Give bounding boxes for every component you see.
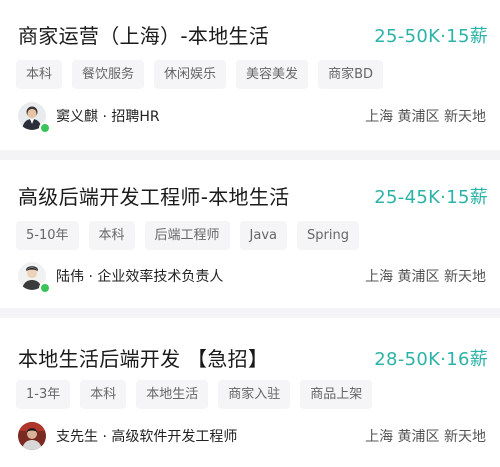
job-salary: 25-45K·15薪 xyxy=(374,187,488,208)
job-tag: 本科 xyxy=(88,221,135,250)
job-tag: 商家入驻 xyxy=(218,380,291,409)
recruiter-info: 支先生 · 高级软件开发工程师 xyxy=(18,422,237,450)
job-tags: 1-3年 本科 本地生活 商家入驻 商品上架 xyxy=(16,380,373,409)
job-location: 上海 黄浦区 新天地 xyxy=(365,429,486,445)
recruiter-info: 窦义麒 · 招聘HR xyxy=(18,102,160,134)
recruiter-info: 陆伟 · 企业效率技术负责人 xyxy=(18,262,224,294)
job-tag: 休闲娱乐 xyxy=(154,60,227,89)
job-tag: 餐饮服务 xyxy=(72,60,145,89)
recruiter-name: 支先生 · 高级软件开发工程师 xyxy=(56,429,238,445)
job-tag: Spring xyxy=(297,221,359,250)
job-tag: 本科 xyxy=(16,60,63,89)
avatar xyxy=(18,422,46,450)
recruiter-name: 陆伟 · 企业效率技术负责人 xyxy=(56,269,224,285)
job-tags: 5-10年 本科 后端工程师 Java Spring xyxy=(16,221,359,250)
job-salary: 25-50K·15薪 xyxy=(374,26,488,47)
job-tag: 本地生活 xyxy=(136,380,209,409)
job-tag: 后端工程师 xyxy=(144,221,230,250)
avatar xyxy=(18,102,51,134)
job-location: 上海 黄浦区 新天地 xyxy=(365,109,486,125)
online-status-dot xyxy=(39,122,51,134)
job-tag: 1-3年 xyxy=(16,380,71,409)
job-tag: 美容美发 xyxy=(236,60,309,89)
online-status-dot xyxy=(39,282,51,294)
job-tag: 商家BD xyxy=(318,60,383,89)
job-card[interactable]: 本地生活后端开发 【急招】 28-50K·16薪 1-3年 本科 本地生活 商家… xyxy=(0,318,500,467)
job-tag: 5-10年 xyxy=(16,221,79,250)
job-title: 本地生活后端开发 【急招】 xyxy=(18,347,269,371)
job-salary: 28-50K·16薪 xyxy=(374,349,488,370)
recruiter-name: 窦义麒 · 招聘HR xyxy=(56,109,160,125)
job-title: 商家运营（上海）-本地生活 xyxy=(18,24,270,48)
job-tag: 本科 xyxy=(80,380,127,409)
avatar xyxy=(18,262,51,294)
job-title: 高级后端开发工程师-本地生活 xyxy=(18,185,290,209)
job-card[interactable]: 高级后端开发工程师-本地生活 25-45K·15薪 5-10年 本科 后端工程师… xyxy=(0,160,500,308)
job-tag: Java xyxy=(239,221,288,250)
job-location: 上海 黄浦区 新天地 xyxy=(365,269,486,285)
job-card[interactable]: 商家运营（上海）-本地生活 25-50K·15薪 本科 餐饮服务 休闲娱乐 美容… xyxy=(0,0,500,150)
job-tags: 本科 餐饮服务 休闲娱乐 美容美发 商家BD xyxy=(16,60,383,89)
job-tag: 商品上架 xyxy=(300,380,373,409)
